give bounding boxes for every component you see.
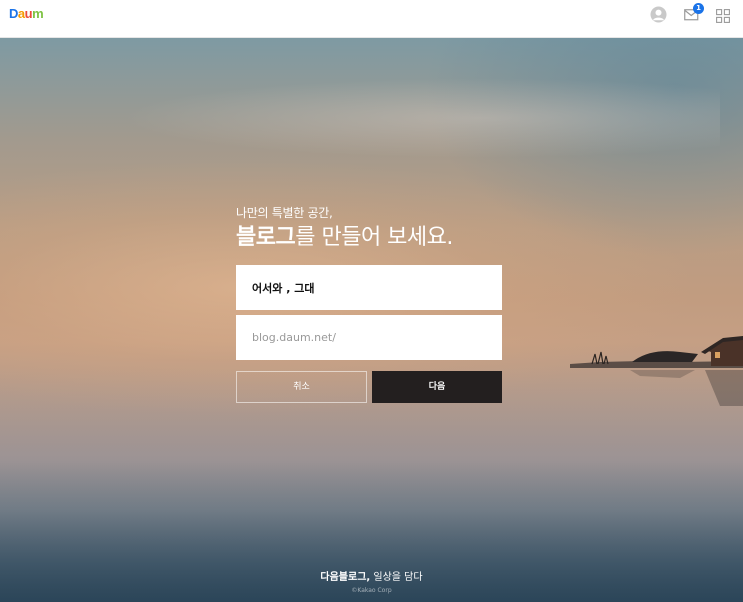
- headline-rest: 를 만들어 보세요.: [295, 225, 453, 250]
- cloud-haze: [120, 78, 720, 158]
- headline-blog: 블로그: [236, 225, 296, 250]
- headline: 블로그를 만들어 보세요.: [236, 223, 453, 253]
- blog-url-field[interactable]: [236, 315, 502, 360]
- blog-name-input[interactable]: [252, 281, 486, 294]
- blog-name-field[interactable]: [236, 265, 502, 310]
- footer-tagline: 일상을 담다: [370, 572, 423, 583]
- logo-letter-u: u: [24, 6, 33, 21]
- logo-letter-d: D: [9, 6, 18, 21]
- profile-icon[interactable]: [650, 6, 670, 26]
- cancel-button[interactable]: 취소: [236, 371, 367, 403]
- next-button[interactable]: 다음: [372, 371, 502, 403]
- daum-logo[interactable]: Daum: [9, 6, 44, 21]
- tagline: 나만의 특별한 공간,: [236, 206, 333, 220]
- blog-url-input[interactable]: [252, 331, 486, 344]
- mail-count-badge: 1: [693, 3, 704, 14]
- logo-letter-a: a: [17, 6, 25, 21]
- mail-button[interactable]: 1: [684, 3, 704, 26]
- footer-slogan: 다음블로그, 일상을 담다: [0, 571, 743, 584]
- copyright: ©Kakao Corp: [351, 587, 392, 594]
- logo-letter-m: m: [32, 6, 44, 21]
- top-bar: Daum 1: [0, 0, 743, 38]
- footer-brand: 다음블로그,: [320, 572, 371, 583]
- lakeside-cabin-image: [570, 336, 743, 406]
- app-grid-icon[interactable]: [716, 6, 736, 26]
